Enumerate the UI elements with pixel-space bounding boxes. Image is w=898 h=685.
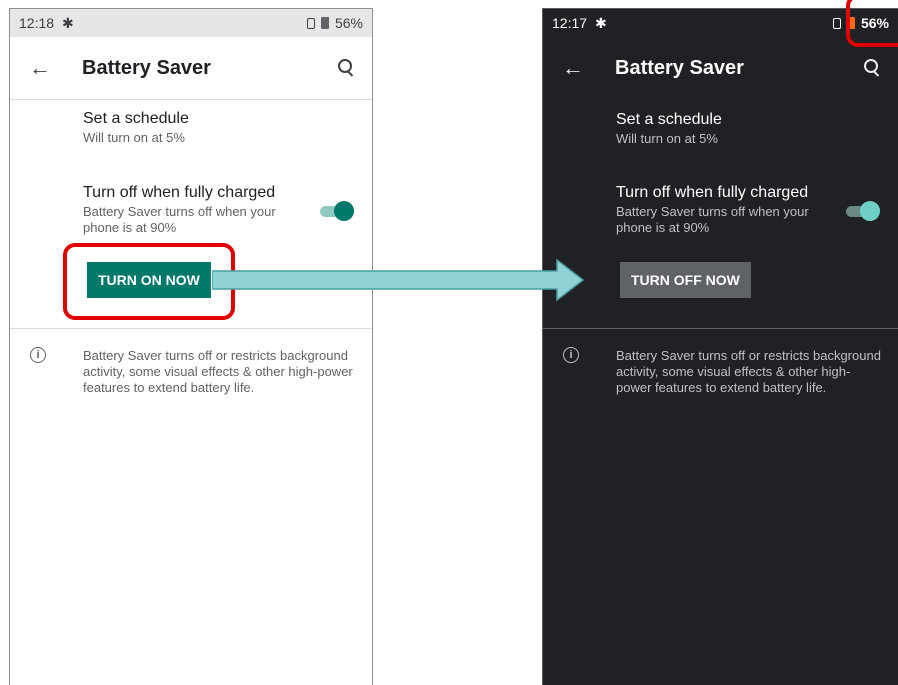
info-icon: i xyxy=(30,347,46,363)
fully-charged-title: Turn off when fully charged xyxy=(83,184,276,201)
fully-charged-preference[interactable]: Turn off when fully charged Battery Save… xyxy=(83,184,302,236)
phone-screen-dark: 12:17 ✱ 56% ← Battery Saver Set a schedu… xyxy=(542,8,898,685)
schedule-title: Set a schedule xyxy=(83,110,189,127)
turn-on-highlight xyxy=(63,243,235,320)
fully-charged-toggle[interactable] xyxy=(846,200,880,222)
app-toolbar: ← Battery Saver xyxy=(543,37,898,99)
transition-arrow xyxy=(212,258,585,302)
footer-description: Battery Saver turns off or restricts bac… xyxy=(616,348,881,395)
schedule-subtitle: Will turn on at 5% xyxy=(616,131,718,146)
battery-icon xyxy=(320,17,329,29)
page-title: Battery Saver xyxy=(82,56,211,79)
schedule-subtitle: Will turn on at 5% xyxy=(83,130,185,145)
fully-charged-toggle[interactable] xyxy=(320,200,354,222)
search-icon[interactable] xyxy=(862,58,882,78)
search-icon[interactable] xyxy=(336,58,356,78)
fully-charged-subtitle: Battery Saver turns off when your phone … xyxy=(616,204,809,235)
footer-description: Battery Saver turns off or restricts bac… xyxy=(83,348,353,395)
section-divider xyxy=(543,328,898,329)
battery-percent: 56% xyxy=(334,15,363,31)
status-time: 12:17 xyxy=(552,15,588,31)
comparison-stage: 12:18 ✱ 56% ← Battery Saver Set a schedu… xyxy=(0,0,898,685)
battery-highlight xyxy=(846,0,898,47)
back-arrow-icon[interactable]: ← xyxy=(10,55,70,81)
app-toolbar: ← Battery Saver xyxy=(10,37,372,100)
status-bar: 12:17 ✱ 56% xyxy=(543,9,898,37)
page-title: Battery Saver xyxy=(615,56,744,79)
schedule-title: Set a schedule xyxy=(616,111,722,128)
info-icon: i xyxy=(563,347,579,363)
status-bar: 12:18 ✱ 56% xyxy=(10,9,372,37)
phone-screen-light: 12:18 ✱ 56% ← Battery Saver Set a schedu… xyxy=(9,8,373,685)
toggle-thumb xyxy=(860,201,880,221)
schedule-preference[interactable]: Set a schedule Will turn on at 5% xyxy=(616,111,878,147)
fully-charged-preference[interactable]: Turn off when fully charged Battery Save… xyxy=(616,184,828,236)
status-right: 56% xyxy=(306,15,363,31)
back-arrow-icon[interactable]: ← xyxy=(543,55,603,81)
gear-icon: ✱ xyxy=(595,14,607,31)
vibrate-icon xyxy=(832,17,841,29)
section-divider xyxy=(10,328,372,329)
fully-charged-title: Turn off when fully charged xyxy=(616,184,809,201)
turn-off-now-button[interactable]: TURN OFF NOW xyxy=(620,262,751,298)
vibrate-icon xyxy=(306,17,315,29)
toggle-thumb xyxy=(334,201,354,221)
fully-charged-subtitle: Battery Saver turns off when your phone … xyxy=(83,204,276,235)
schedule-preference[interactable]: Set a schedule Will turn on at 5% xyxy=(83,110,352,146)
gear-icon: ✱ xyxy=(62,14,74,31)
status-time: 12:18 xyxy=(19,15,55,31)
